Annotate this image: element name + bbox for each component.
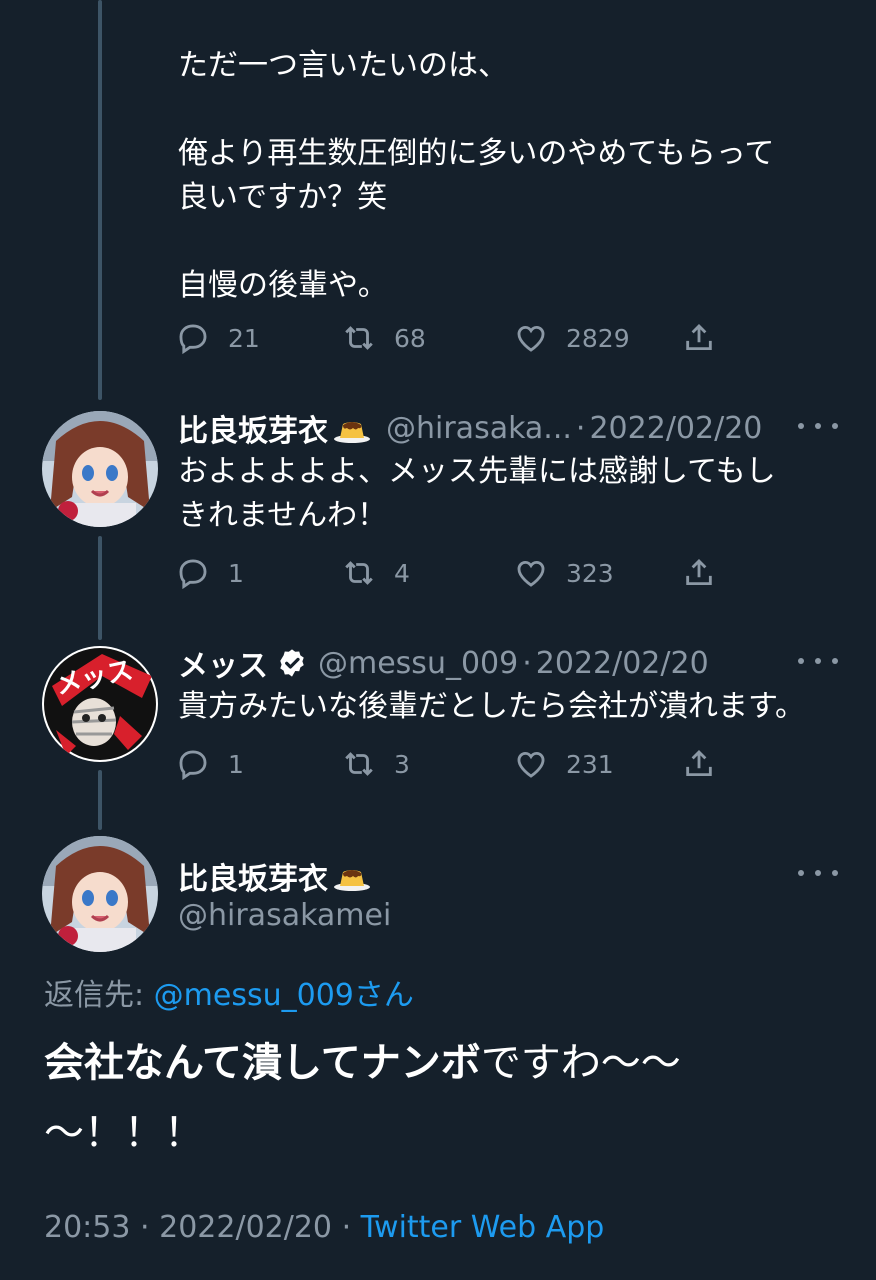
retweet-icon bbox=[345, 752, 373, 776]
retweet-count: 3 bbox=[394, 749, 410, 779]
separator-dot: · bbox=[522, 645, 532, 681]
tweet-header: 比良坂芽衣 @hirasaka... · 2022/02/20 bbox=[178, 406, 762, 450]
share-button[interactable] bbox=[682, 553, 716, 593]
author-name-row: 比良坂芽衣 bbox=[178, 854, 372, 898]
reply-button[interactable]: 1 bbox=[176, 553, 244, 593]
main-tweet-body: 会社なんて潰してナンボですわ〜〜 〜！！！ bbox=[44, 1028, 844, 1168]
like-count: 323 bbox=[566, 558, 614, 588]
tweet-date[interactable]: 2022/02/20 bbox=[159, 1210, 332, 1245]
thread-line bbox=[98, 536, 102, 640]
separator-dot: · bbox=[341, 1210, 352, 1245]
like-button[interactable]: 323 bbox=[514, 553, 614, 593]
share-button[interactable] bbox=[682, 318, 716, 358]
reply-icon bbox=[179, 324, 207, 355]
thread-line bbox=[98, 0, 102, 400]
verified-badge-icon bbox=[276, 647, 308, 679]
like-icon bbox=[517, 751, 545, 778]
user-handle[interactable]: @hirasakamei bbox=[178, 898, 391, 933]
mention-link[interactable]: @messu_009 bbox=[154, 978, 354, 1013]
more-icon-dot bbox=[815, 423, 821, 429]
reply-count: 21 bbox=[228, 323, 260, 353]
more-icon-dot bbox=[815, 870, 821, 876]
retweet-icon bbox=[345, 326, 373, 350]
more-icon bbox=[798, 658, 804, 664]
reply-button[interactable]: 21 bbox=[176, 318, 260, 358]
like-count: 2829 bbox=[566, 323, 630, 353]
replying-to: 返信先: @messu_009さん bbox=[44, 970, 414, 1014]
tweet-body: 貴方みたいな後輩だとしたら会社が潰れます。 bbox=[178, 689, 805, 724]
share-icon bbox=[686, 749, 712, 777]
like-icon bbox=[517, 325, 545, 352]
tweet-date[interactable]: 2022/02/20 bbox=[589, 411, 762, 446]
reply-icon bbox=[179, 559, 207, 590]
pudding-emoji-icon bbox=[332, 860, 372, 892]
tweet-actions: 1 3 231 bbox=[176, 744, 736, 784]
share-button[interactable] bbox=[682, 744, 716, 784]
main-tweet-bold-text: 会社なんて潰してナンボ bbox=[44, 1040, 481, 1086]
tweet-meta: 20:53 · 2022/02/20 · Twitter Web App bbox=[44, 1210, 604, 1245]
thread-line bbox=[98, 770, 102, 830]
like-button[interactable]: 231 bbox=[514, 744, 614, 784]
display-name[interactable]: 比良坂芽衣 bbox=[178, 406, 328, 450]
display-name[interactable]: メッス bbox=[178, 641, 268, 685]
more-options-button[interactable] bbox=[798, 651, 838, 671]
retweet-button[interactable]: 3 bbox=[342, 744, 410, 784]
more-icon bbox=[798, 870, 804, 876]
retweet-button[interactable]: 4 bbox=[342, 553, 410, 593]
like-count: 231 bbox=[566, 749, 614, 779]
more-icon-dot bbox=[832, 658, 838, 664]
tweet-actions: 1 4 323 bbox=[176, 553, 736, 593]
tweet-actions: 21 68 2829 bbox=[176, 318, 736, 358]
avatar[interactable] bbox=[42, 836, 158, 952]
tweet-header: メッス @messu_009 · 2022/02/20 bbox=[178, 641, 709, 685]
mention-suffix: さん bbox=[353, 978, 414, 1013]
share-icon bbox=[686, 558, 712, 586]
retweet-icon bbox=[345, 561, 373, 585]
tweet-time[interactable]: 20:53 bbox=[44, 1210, 130, 1245]
display-name[interactable]: 比良坂芽衣 bbox=[178, 854, 328, 898]
separator-dot: · bbox=[140, 1210, 150, 1245]
more-icon-dot bbox=[832, 423, 838, 429]
avatar[interactable] bbox=[42, 411, 158, 527]
retweet-button[interactable]: 68 bbox=[342, 318, 426, 358]
more-icon bbox=[798, 423, 804, 429]
separator-dot: · bbox=[575, 410, 586, 446]
replying-to-label: 返信先: bbox=[44, 978, 145, 1013]
user-handle[interactable]: @messu_009 bbox=[318, 646, 518, 681]
reply-icon bbox=[179, 750, 207, 781]
avatar[interactable]: メッス bbox=[42, 646, 158, 762]
tweet-date[interactable]: 2022/02/20 bbox=[536, 646, 709, 681]
more-options-button[interactable] bbox=[798, 416, 838, 436]
user-handle[interactable]: @hirasaka... bbox=[386, 411, 572, 446]
like-button[interactable]: 2829 bbox=[514, 318, 630, 358]
reply-count: 1 bbox=[228, 749, 244, 779]
like-icon bbox=[517, 560, 545, 587]
more-icon-dot bbox=[832, 870, 838, 876]
client-link[interactable]: Twitter Web App bbox=[361, 1210, 605, 1245]
more-icon-dot bbox=[815, 658, 821, 664]
tweet-body: およよよよよ、メッス先輩には感謝してもし きれませんわ！ bbox=[178, 454, 776, 533]
reply-count: 1 bbox=[228, 558, 244, 588]
more-options-button[interactable] bbox=[798, 863, 838, 883]
tweet-body: ただ一つ言いたいのは、 俺より再生数圧倒的に多いのやめてもらって 良いですか？笑… bbox=[178, 48, 775, 303]
pudding-emoji-icon bbox=[332, 412, 372, 444]
retweet-count: 4 bbox=[394, 558, 410, 588]
reply-button[interactable]: 1 bbox=[176, 744, 244, 784]
retweet-count: 68 bbox=[394, 323, 426, 353]
share-icon bbox=[686, 323, 712, 351]
